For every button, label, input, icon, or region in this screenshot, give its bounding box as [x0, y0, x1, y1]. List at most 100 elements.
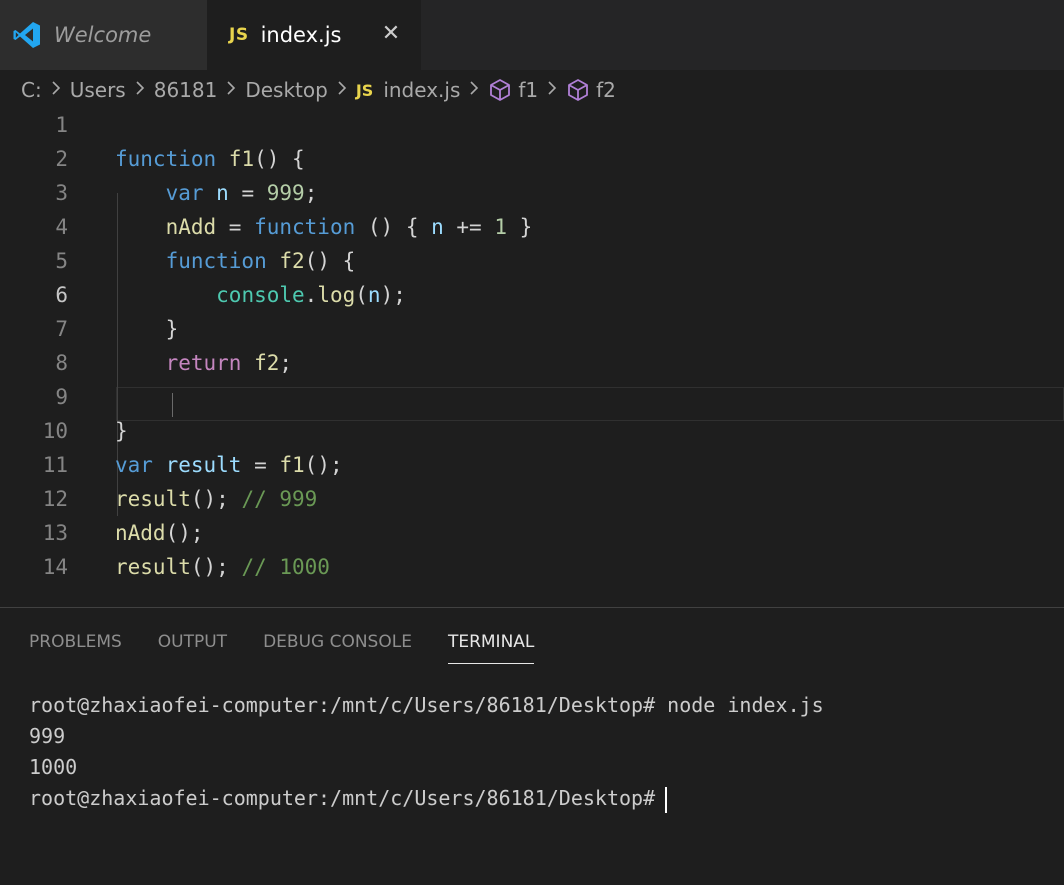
- code-token: return: [165, 351, 255, 375]
- code-line[interactable]: 14 result(); // 1000: [0, 550, 1064, 584]
- breadcrumb: C: Users 86181 Desktop JS index.js f1 f2: [0, 70, 1064, 110]
- terminal-prompt: root@zhaxiaofei-computer:/mnt/c/Users/86…: [29, 786, 656, 810]
- line-number: 2: [55, 147, 68, 171]
- line-code: console.log(n);: [115, 278, 406, 312]
- code-token: }: [115, 317, 179, 341]
- code-token: .: [304, 283, 318, 307]
- terminal-line: root@zhaxiaofei-computer:/mnt/c/Users/86…: [29, 693, 824, 717]
- code-token: console: [216, 283, 305, 307]
- code-token: var: [115, 453, 166, 477]
- code-line[interactable]: 6 console.log(n);: [0, 278, 1064, 312]
- tab-terminal[interactable]: TERMINAL: [447, 628, 535, 664]
- code-line[interactable]: 10}: [0, 414, 1064, 448]
- code-token: =: [228, 181, 267, 205]
- code-token: ();: [165, 521, 204, 545]
- line-number: 10: [42, 419, 68, 443]
- line-code: }: [115, 312, 179, 346]
- code-editor[interactable]: 1 2 function f1() {3 var n = 999; 4 nAdd = …: [0, 108, 1064, 606]
- line-number: 13: [42, 521, 68, 545]
- code-token: function: [165, 249, 280, 273]
- line-code: result(); // 999: [115, 482, 317, 516]
- code-token: }: [115, 419, 128, 443]
- code-line[interactable]: 1: [0, 108, 1064, 142]
- code-line[interactable]: 8 return f2;: [0, 346, 1064, 380]
- code-token: ;: [304, 181, 318, 205]
- code-line[interactable]: 4 nAdd = function () { n += 1 }: [0, 210, 1064, 244]
- chevron-right-icon: [225, 80, 237, 101]
- code-line[interactable]: 7 }: [0, 312, 1064, 346]
- breadcrumb-item-symbol-f2[interactable]: f2: [566, 78, 616, 102]
- code-line[interactable]: 9: [0, 380, 1064, 414]
- vscode-icon: [12, 20, 42, 50]
- line-code: return f2;: [115, 346, 292, 380]
- breadcrumb-item-user-folder[interactable]: 86181: [154, 78, 218, 102]
- code-token: f1: [228, 147, 255, 171]
- code-token: +=: [443, 215, 495, 239]
- code-token: f2: [254, 351, 280, 375]
- breadcrumb-file-label: index.js: [383, 78, 461, 102]
- code-token: }: [507, 215, 533, 239]
- terminal-line: 999: [29, 724, 66, 748]
- line-code: function f1() {: [115, 142, 305, 176]
- code-token: (: [355, 283, 368, 307]
- breadcrumb-item-desktop[interactable]: Desktop: [245, 78, 327, 102]
- code-token: =: [241, 453, 280, 477]
- code-token: // 1000: [241, 555, 330, 579]
- code-token: var: [165, 181, 217, 205]
- breadcrumb-item-symbol-f1[interactable]: f1: [488, 78, 538, 102]
- breadcrumb-item-users[interactable]: Users: [70, 78, 126, 102]
- line-number: 11: [42, 453, 68, 477]
- line-number: 12: [42, 487, 68, 511]
- code-line[interactable]: 12 result(); // 999: [0, 482, 1064, 516]
- tab-output[interactable]: OUTPUT: [158, 628, 227, 664]
- tab-welcome-label: Welcome: [54, 23, 152, 47]
- code-token: log: [317, 283, 356, 307]
- terminal-prompt-line: root@zhaxiaofei-computer:/mnt/c/Users/86…: [29, 783, 824, 814]
- js-file-icon: JS: [229, 25, 249, 45]
- terminal-cursor: [665, 786, 668, 813]
- code-token: );: [380, 283, 406, 307]
- code-line[interactable]: 11 var result = f1();: [0, 448, 1064, 482]
- line-code: var n = 999;: [115, 176, 318, 210]
- line-number: 9: [55, 385, 68, 409]
- code-token: nAdd: [115, 521, 166, 545]
- code-token: n: [431, 215, 444, 239]
- code-token: n: [216, 181, 229, 205]
- line-number: 1: [55, 113, 68, 137]
- line-code: }: [115, 414, 128, 448]
- code-token: ();: [304, 453, 343, 477]
- close-icon[interactable]: ✕: [379, 22, 403, 46]
- code-line[interactable]: 13 nAdd();: [0, 516, 1064, 550]
- code-token: f1: [279, 453, 305, 477]
- code-token: // 999: [241, 487, 318, 511]
- code-token: 1: [494, 215, 507, 239]
- tab-problems[interactable]: PROBLEMS: [29, 628, 122, 664]
- tab-index-js[interactable]: JS index.js ✕: [207, 0, 421, 70]
- code-line[interactable]: 5 function f2() {: [0, 244, 1064, 278]
- line-number: 8: [55, 351, 68, 375]
- code-token: ();: [190, 555, 242, 579]
- code-line[interactable]: 3 var n = 999;: [0, 176, 1064, 210]
- line-number: 6: [55, 283, 68, 307]
- terminal[interactable]: root@zhaxiaofei-computer:/mnt/c/Users/86…: [29, 690, 824, 814]
- code-token: ;: [279, 351, 293, 375]
- tab-debug-console[interactable]: DEBUG CONSOLE: [263, 628, 412, 664]
- line-code: nAdd();: [115, 516, 204, 550]
- chevron-right-icon: [468, 80, 480, 101]
- chevron-right-icon: [546, 80, 558, 101]
- breadcrumb-item-file[interactable]: JS index.js: [356, 78, 461, 102]
- tab-welcome[interactable]: Welcome: [0, 0, 207, 70]
- panel-tab-bar: PROBLEMS OUTPUT DEBUG CONSOLE TERMINAL: [29, 628, 570, 664]
- line-code: nAdd = function () { n += 1 }: [115, 210, 533, 244]
- line-code: result(); // 1000: [115, 550, 330, 584]
- line-code: var result = f1();: [115, 448, 343, 482]
- code-token: 999: [266, 181, 305, 205]
- line-number: 5: [55, 249, 68, 273]
- breadcrumb-item-drive[interactable]: C:: [21, 78, 42, 102]
- code-token: result: [165, 453, 242, 477]
- code-line[interactable]: 2 function f1() {: [0, 142, 1064, 176]
